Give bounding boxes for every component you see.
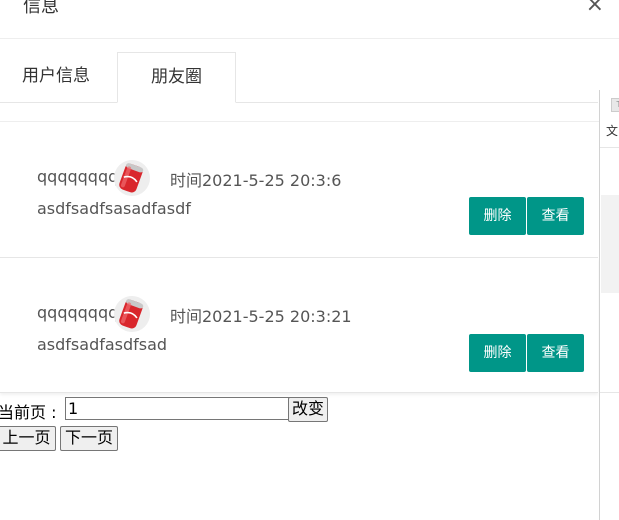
side-panel-block bbox=[601, 195, 619, 293]
change-page-button[interactable]: 改变 bbox=[288, 397, 328, 422]
post-card: qqqqqqqq 时间2021-5-25 20:3:6 asdfsadfsasa… bbox=[0, 122, 598, 258]
side-panel-tab[interactable]: T bbox=[611, 98, 619, 112]
tab-user-info[interactable]: 用户信息 bbox=[0, 52, 117, 102]
post-time: 时间2021-5-25 20:3:6 bbox=[170, 171, 342, 190]
avatar bbox=[114, 160, 150, 196]
post-card: qqqqqqqq 时间2021-5-25 20:3:21 asdfsadfasd… bbox=[0, 258, 598, 393]
post-content: asdfsadfasdfsad bbox=[37, 335, 168, 354]
post-username: qqqqqqqq bbox=[37, 167, 119, 186]
post-content: asdfsadfsasadfasdf bbox=[37, 199, 191, 218]
tab-moments[interactable]: 朋友圈 bbox=[117, 52, 236, 103]
prev-page-button[interactable]: 上一页 bbox=[0, 426, 56, 451]
delete-button[interactable]: 删除 bbox=[469, 334, 526, 372]
tab-bar: 用户信息 朋友圈 bbox=[0, 52, 598, 103]
page-number-input[interactable] bbox=[65, 397, 290, 420]
side-panel-text: 文 bbox=[606, 124, 619, 138]
delete-button[interactable]: 删除 bbox=[469, 197, 526, 235]
current-page-label: 当前页 : bbox=[0, 403, 57, 422]
divider bbox=[600, 392, 619, 393]
post-username: qqqqqqqq bbox=[37, 303, 119, 322]
view-button[interactable]: 查看 bbox=[527, 197, 584, 235]
avatar bbox=[114, 296, 150, 332]
post-time: 时间2021-5-25 20:3:21 bbox=[170, 307, 352, 326]
side-panel: T 文 bbox=[599, 90, 619, 520]
dialog-header: 信息 × bbox=[0, 0, 619, 39]
view-button[interactable]: 查看 bbox=[527, 334, 584, 372]
close-icon[interactable]: × bbox=[586, 0, 604, 17]
next-page-button[interactable]: 下一页 bbox=[60, 426, 118, 451]
dialog-title: 信息 bbox=[23, 0, 59, 17]
divider bbox=[600, 147, 619, 148]
